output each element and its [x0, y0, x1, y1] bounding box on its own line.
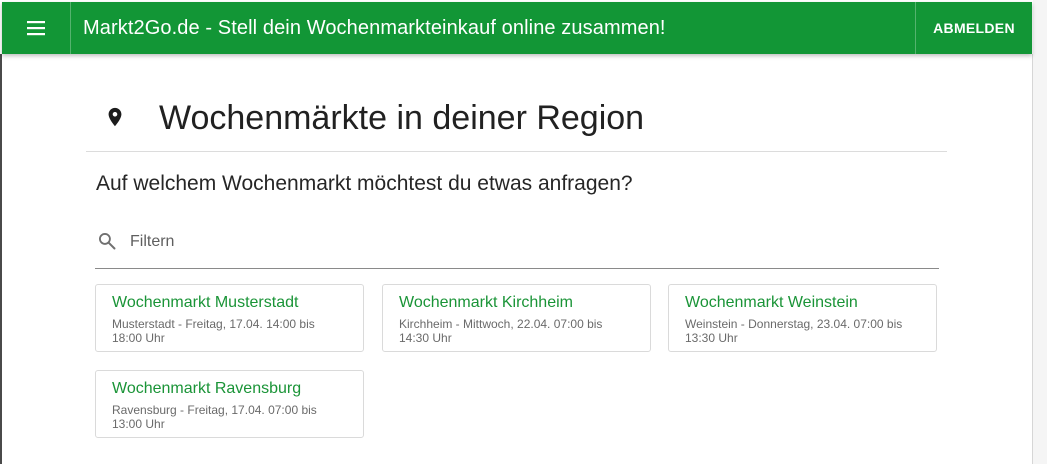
market-question: Auf welchem Wochenmarkt möchtest du etwa… [96, 172, 633, 195]
market-details: Ravensburg - Freitag, 17.04. 07:00 bis 1… [112, 403, 317, 431]
filter-field [95, 222, 939, 269]
market-card-ravensburg[interactable]: Wochenmarkt Ravensburg Ravensburg - Frei… [95, 370, 364, 438]
app-title: Markt2Go.de - Stell dein Wochenmarkteink… [83, 17, 666, 39]
window-edge [0, 54, 2, 464]
market-card-weinstein[interactable]: Wochenmarkt Weinstein Weinstein - Donner… [668, 284, 937, 352]
market-details: Musterstadt - Freitag, 17.04. 14:00 bis … [112, 317, 315, 345]
market-card-kirchheim[interactable]: Wochenmarkt Kirchheim Kirchheim - Mittwo… [382, 284, 651, 352]
logout-button[interactable]: ABMELDEN [916, 2, 1032, 54]
market-name: Wochenmarkt Kirchheim [399, 294, 573, 311]
page-gutter [1033, 0, 1047, 464]
app-bar: Markt2Go.de - Stell dein Wochenmarkteink… [2, 2, 1032, 54]
menu-icon [27, 21, 45, 36]
market-name: Wochenmarkt Ravensburg [112, 380, 302, 397]
heading-divider [86, 151, 947, 152]
menu-button[interactable] [2, 2, 70, 54]
market-details: Kirchheim - Mittwoch, 22.04. 07:00 bis 1… [399, 317, 603, 345]
page: Markt2Go.de - Stell dein Wochenmarkteink… [0, 0, 1047, 464]
filter-input[interactable] [130, 228, 920, 256]
search-icon [99, 233, 116, 250]
page-heading: Wochenmärkte in deiner Region [86, 86, 946, 150]
location-pin-icon [108, 107, 122, 127]
app-bar-divider [70, 2, 71, 54]
market-card-musterstadt[interactable]: Wochenmarkt Musterstadt Musterstadt - Fr… [95, 284, 364, 352]
market-details: Weinstein - Donnerstag, 23.04. 07:00 bis… [685, 317, 903, 345]
market-name: Wochenmarkt Weinstein [685, 294, 858, 311]
page-title: Wochenmärkte in deiner Region [159, 99, 645, 137]
market-name: Wochenmarkt Musterstadt [112, 294, 299, 311]
